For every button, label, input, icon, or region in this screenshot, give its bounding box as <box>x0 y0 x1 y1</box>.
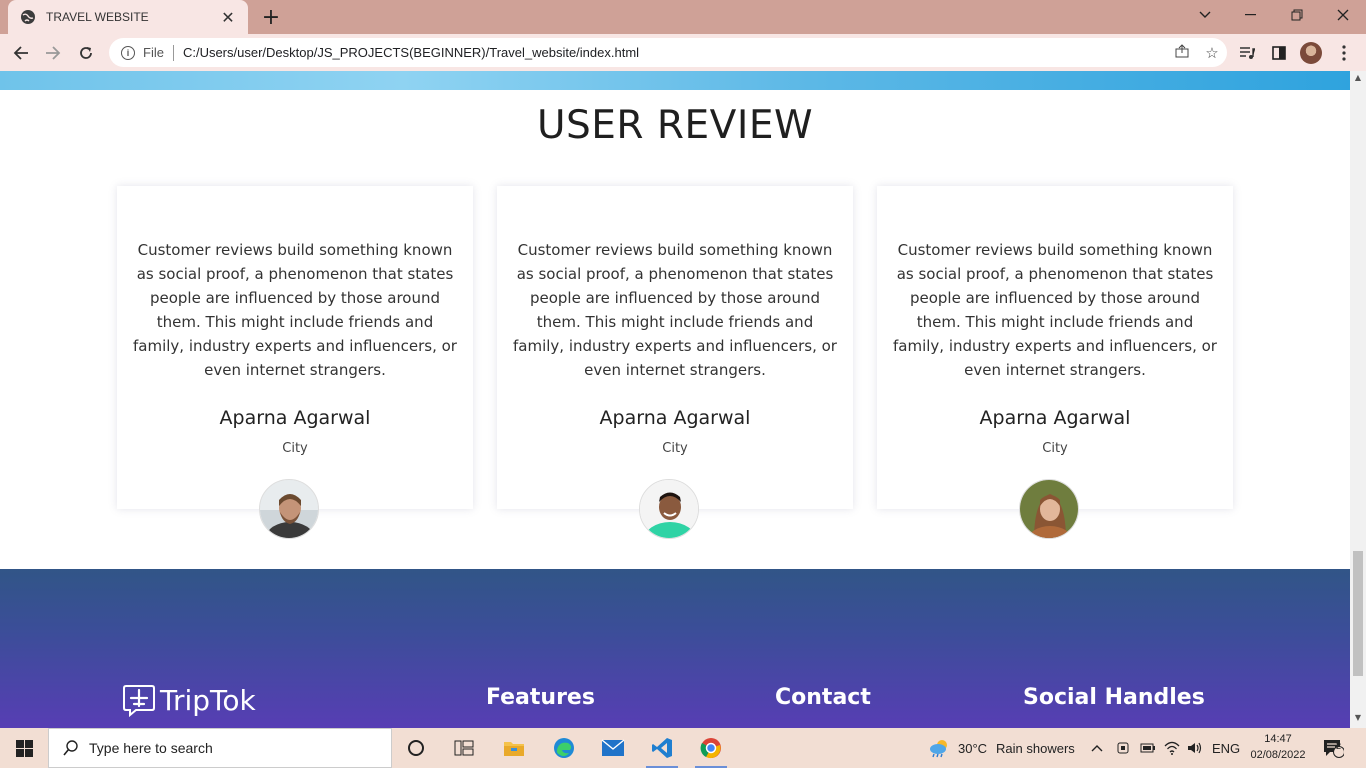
section-title: USER REVIEW <box>536 103 814 148</box>
edge-browser-icon[interactable] <box>540 728 588 768</box>
bookmark-star-icon[interactable]: ☆ <box>1197 44 1227 62</box>
mail-icon[interactable] <box>589 728 637 768</box>
clock-time: 14:47 <box>1264 733 1292 745</box>
volume-icon[interactable] <box>1187 728 1203 768</box>
footer-heading-features: Features <box>486 685 595 710</box>
info-icon[interactable]: i <box>121 45 135 60</box>
cortana-icon[interactable] <box>392 728 440 768</box>
page-scrollbar[interactable]: ▲ ▼ <box>1350 71 1366 728</box>
notifications-icon[interactable]: 2 <box>1322 728 1344 768</box>
profile-avatar[interactable] <box>1295 38 1327 68</box>
url-text[interactable]: C:/Users/user/Desktop/JS_PROJECTS(BEGINN… <box>183 45 1167 60</box>
clock-date: 02/08/2022 <box>1250 749 1306 761</box>
review-card: Customer reviews build something known a… <box>497 186 853 509</box>
reviewer-name: Aparna Agarwal <box>979 407 1131 429</box>
scroll-down-icon[interactable]: ▼ <box>1353 713 1363 722</box>
weather-widget[interactable]: 30°C Rain showers <box>928 728 1075 768</box>
reviewer-avatar <box>259 479 319 539</box>
task-view-icon[interactable] <box>440 728 488 768</box>
scroll-up-icon[interactable]: ▲ <box>1353 73 1363 82</box>
page-viewport: USER REVIEW Customer reviews build somet… <box>0 71 1350 728</box>
hero-image-bottom <box>0 71 1350 90</box>
file-label: File <box>143 45 164 60</box>
forward-arrow-icon[interactable] <box>38 38 68 68</box>
search-placeholder: Type here to search <box>89 740 213 756</box>
close-window-icon[interactable] <box>1320 0 1366 30</box>
windows-taskbar: Type here to search 30°C Rain showers EN… <box>0 728 1366 768</box>
rain-cloud-icon <box>930 740 947 758</box>
review-card: Customer reviews build something known a… <box>117 186 473 509</box>
reviewer-name: Aparna Agarwal <box>599 407 751 429</box>
tab-close-icon[interactable]: ✕ <box>220 8 236 27</box>
tab-strip: TRAVEL WEBSITE ✕ + <box>0 0 1366 34</box>
search-icon <box>63 740 78 756</box>
address-bar[interactable]: i File C:/Users/user/Desktop/JS_PROJECTS… <box>109 38 1227 67</box>
vscode-icon[interactable] <box>638 728 686 768</box>
brand-logo[interactable]: TripTok <box>122 683 256 717</box>
new-tab-button[interactable]: + <box>258 4 284 30</box>
divider <box>172 44 174 61</box>
notification-count: 2 <box>1336 741 1342 751</box>
tab-search-icon[interactable] <box>1182 0 1228 30</box>
tab-title: TRAVEL WEBSITE <box>46 10 149 24</box>
minimize-icon[interactable] <box>1228 0 1274 30</box>
reviewer-avatar <box>639 479 699 539</box>
review-text: Customer reviews build something known a… <box>133 241 457 379</box>
browser-tab[interactable]: TRAVEL WEBSITE ✕ <box>8 0 248 34</box>
taskbar-search-box[interactable]: Type here to search <box>48 728 392 768</box>
reviewer-name: Aparna Agarwal <box>219 407 371 429</box>
browser-toolbar: i File C:/Users/user/Desktop/JS_PROJECTS… <box>0 34 1366 71</box>
media-control-icon[interactable] <box>1231 38 1263 68</box>
reviewer-city: City <box>662 441 688 456</box>
show-hidden-icons-icon[interactable] <box>1091 728 1103 768</box>
review-text: Customer reviews build something known a… <box>893 241 1217 379</box>
weather-temp: 30°C <box>958 740 988 756</box>
plane-chat-logo-icon <box>123 685 155 717</box>
input-language[interactable]: ENG <box>1212 728 1240 768</box>
wifi-icon[interactable] <box>1164 728 1180 768</box>
chrome-icon[interactable] <box>687 728 735 768</box>
reload-icon[interactable] <box>71 38 101 68</box>
site-footer: TripTok Features Contact Social Handles <box>0 569 1350 728</box>
weather-desc: Rain showers <box>996 740 1075 756</box>
battery-icon[interactable] <box>1140 728 1156 768</box>
reviewer-city: City <box>1042 441 1068 456</box>
review-card: Customer reviews build something known a… <box>877 186 1233 509</box>
file-explorer-icon[interactable] <box>490 728 538 768</box>
footer-heading-social: Social Handles <box>1023 685 1205 710</box>
review-text: Customer reviews build something known a… <box>513 241 837 379</box>
restore-icon[interactable] <box>1274 0 1320 30</box>
reviewer-avatar <box>1019 479 1079 539</box>
reviewer-city: City <box>282 441 308 456</box>
brand-name: TripTok <box>160 683 256 717</box>
footer-heading-contact: Contact <box>775 685 871 710</box>
scrollbar-thumb[interactable] <box>1353 551 1363 676</box>
back-arrow-icon[interactable] <box>6 38 36 68</box>
share-icon[interactable] <box>1167 43 1197 62</box>
side-panel-icon[interactable] <box>1263 38 1295 68</box>
system-clock[interactable]: 14:47 02/08/2022 <box>1244 731 1312 763</box>
windows-start-icon[interactable] <box>0 728 48 768</box>
globe-icon <box>21 10 35 24</box>
menu-kebab-icon[interactable] <box>1328 38 1360 68</box>
meet-now-icon[interactable] <box>1116 728 1130 768</box>
